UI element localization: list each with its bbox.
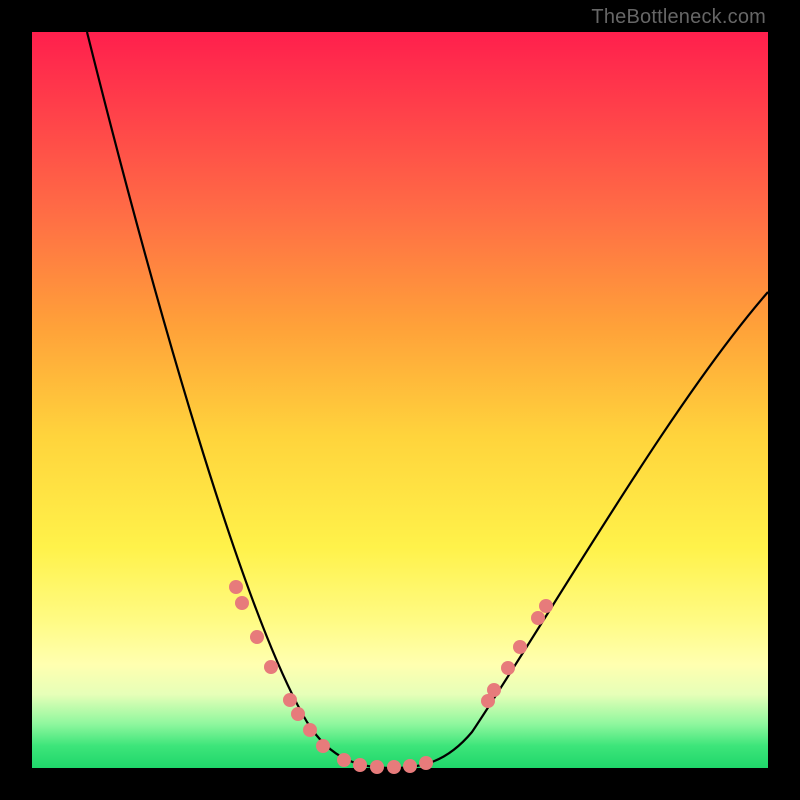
watermark-text: TheBottleneck.com bbox=[591, 6, 766, 29]
curve-dot bbox=[316, 739, 330, 753]
curve-dots-group bbox=[229, 580, 553, 774]
chart-frame: TheBottleneck.com bbox=[0, 0, 800, 800]
curve-dot bbox=[353, 758, 367, 772]
curve-dot bbox=[419, 756, 433, 770]
curve-dot bbox=[235, 596, 249, 610]
curve-dot bbox=[370, 760, 384, 774]
curve-svg bbox=[32, 32, 768, 768]
curve-dot bbox=[291, 707, 305, 721]
curve-dot bbox=[264, 660, 278, 674]
curve-dot bbox=[250, 630, 264, 644]
curve-dot bbox=[337, 753, 351, 767]
curve-dot bbox=[513, 640, 527, 654]
curve-dot bbox=[487, 683, 501, 697]
plot-area bbox=[32, 32, 768, 768]
curve-dot bbox=[531, 611, 545, 625]
curve-dot bbox=[283, 693, 297, 707]
curve-dot bbox=[403, 759, 417, 773]
curve-dot bbox=[501, 661, 515, 675]
curve-dot bbox=[539, 599, 553, 613]
curve-dot bbox=[387, 760, 401, 774]
bottleneck-curve bbox=[87, 32, 768, 768]
curve-dot bbox=[229, 580, 243, 594]
curve-dot bbox=[303, 723, 317, 737]
